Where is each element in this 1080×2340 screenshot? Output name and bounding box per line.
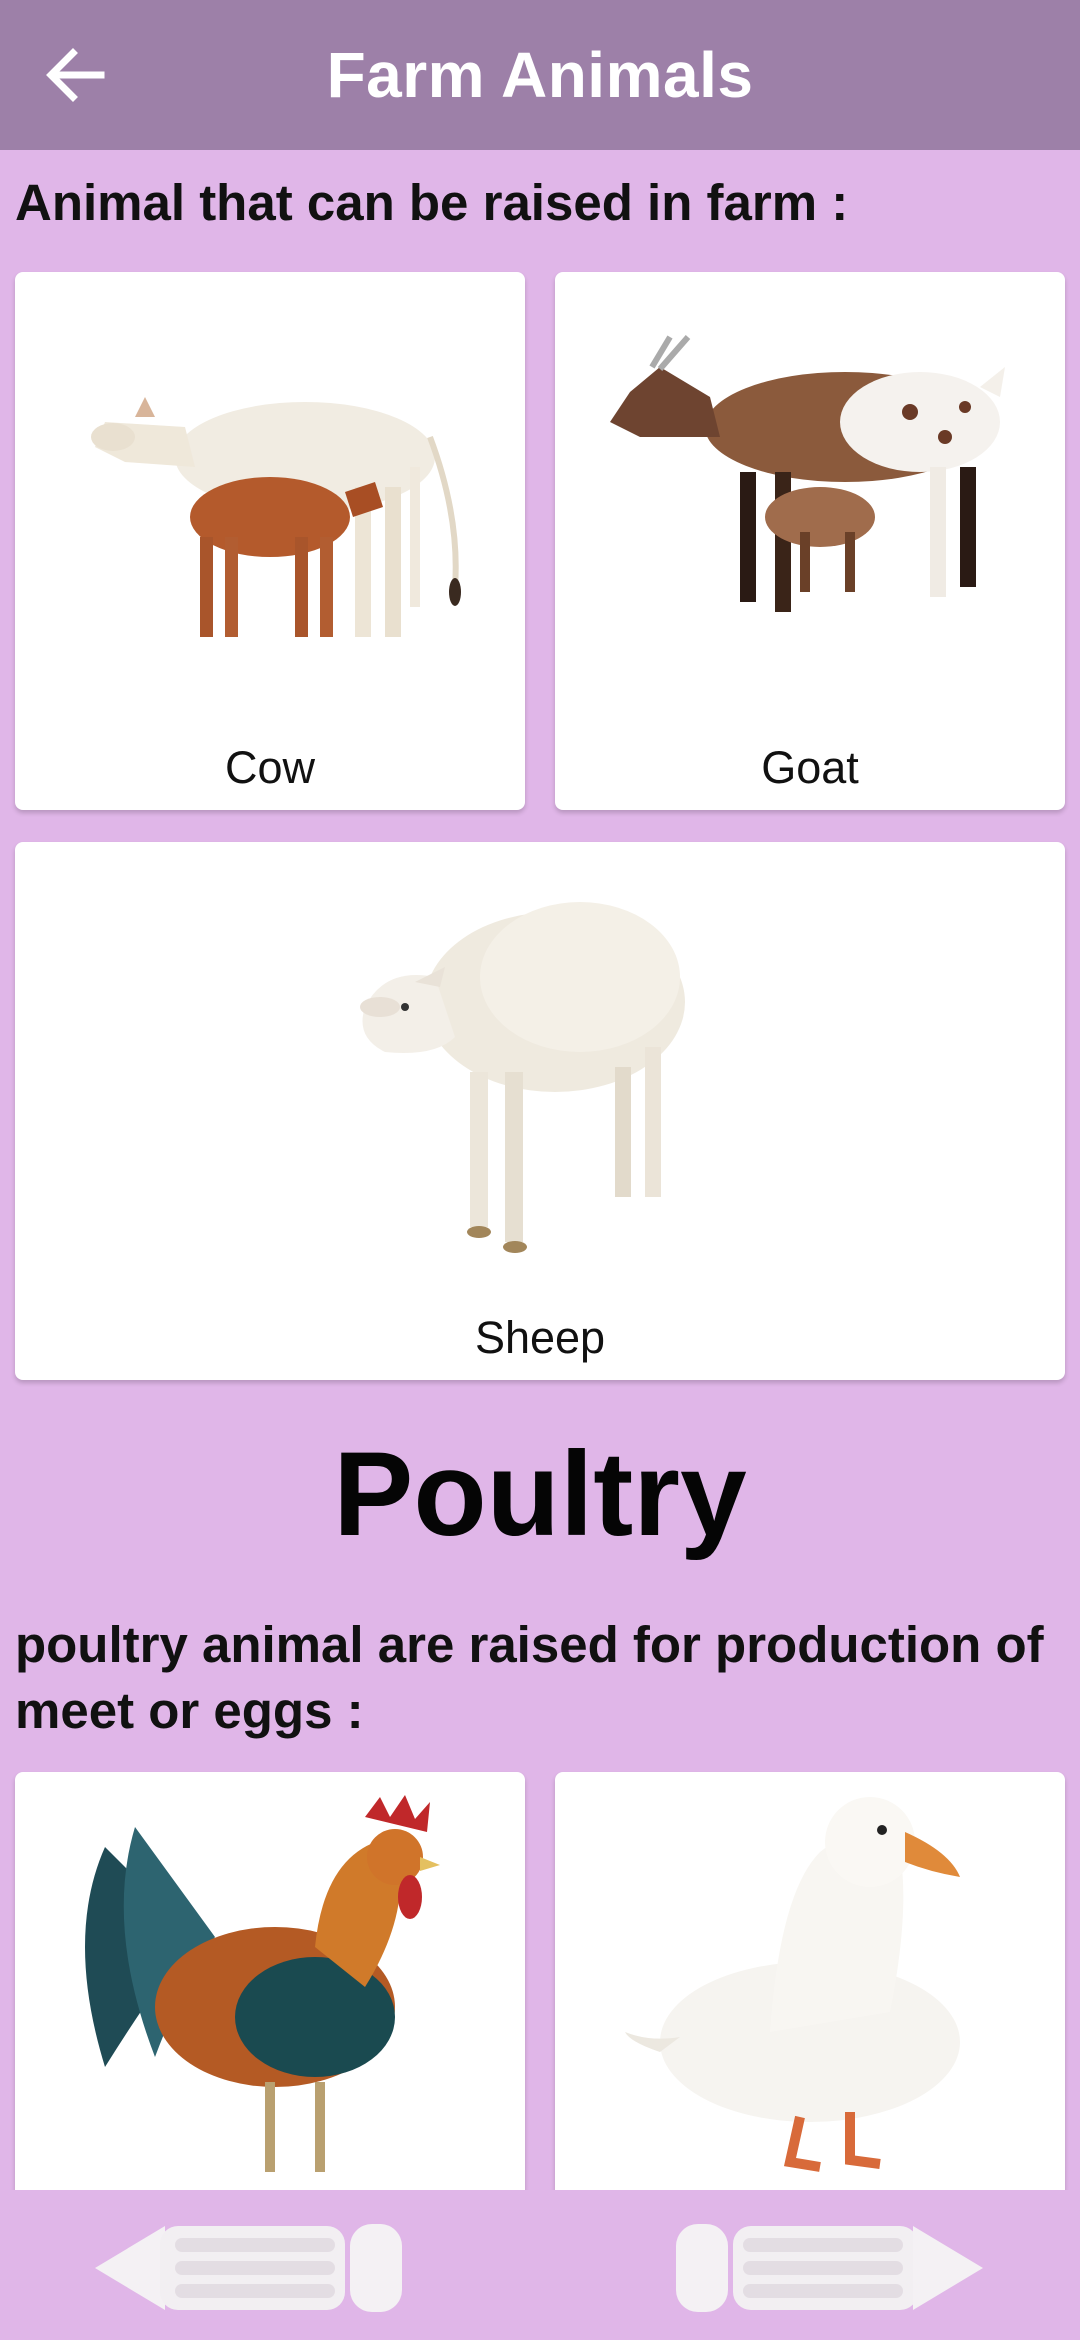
arrow-left-icon: [46, 48, 105, 102]
sheep-image: [360, 902, 685, 1253]
poultry-title: Poultry: [333, 1427, 747, 1561]
animal-label: Cow: [224, 742, 316, 793]
animal-label: Sheep: [474, 1312, 606, 1363]
pencil-arrow-left-icon: [95, 2224, 402, 2312]
poultry-description: poultry animal are raised for production…: [15, 1616, 1044, 1739]
animal-card-goat[interactable]: Goat: [555, 272, 1065, 810]
animal-card-duck[interactable]: [555, 1772, 1065, 2190]
pencil-arrow-right-icon: [676, 2224, 983, 2312]
bottom-nav: [0, 2190, 1080, 2340]
farm-heading: Animal that can be raised in farm :: [15, 174, 849, 231]
app-bar: Farm Animals: [0, 0, 1080, 150]
previous-button[interactable]: [95, 2218, 410, 2323]
duck-image: [625, 1797, 960, 2172]
cow-image: [91, 397, 461, 637]
animal-label: Goat: [761, 742, 859, 793]
animal-card-rooster[interactable]: [15, 1772, 525, 2190]
next-button[interactable]: [668, 2218, 983, 2323]
goat-image: [610, 335, 1005, 612]
animal-card-sheep[interactable]: Sheep: [15, 842, 1065, 1380]
animal-card-cow[interactable]: Cow: [15, 272, 525, 810]
page-title: Farm Animals: [326, 39, 754, 111]
back-button[interactable]: [38, 38, 112, 112]
rooster-image: [85, 1795, 440, 2172]
content-scroll[interactable]: Animal that can be raised in farm : Cow: [0, 150, 1080, 2190]
